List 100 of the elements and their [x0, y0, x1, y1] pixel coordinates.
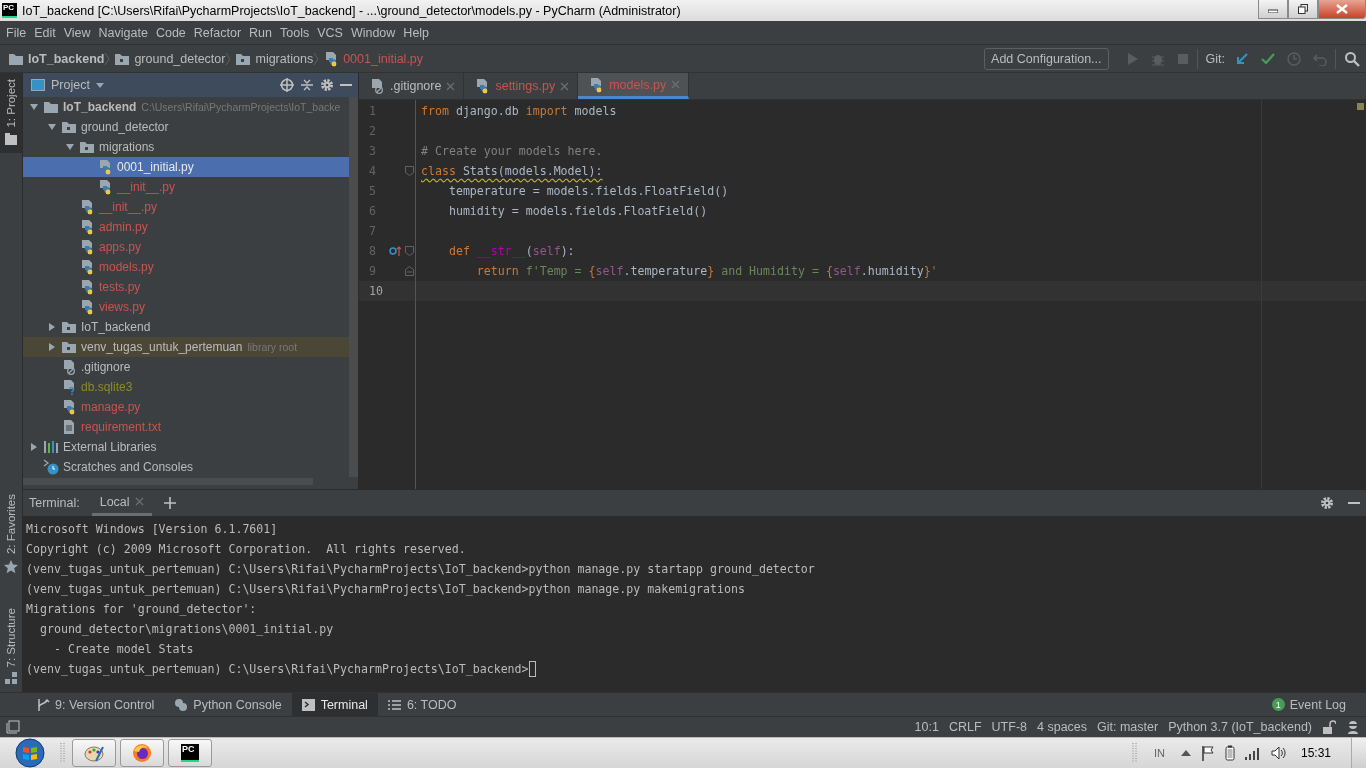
status-item[interactable]: Git: master	[1097, 720, 1159, 734]
status-item[interactable]: Python 3.7 (IoT_backend)	[1168, 720, 1312, 734]
window-title: IoT_backend [C:\Users\Rifai\PycharmProjects\IoT_backend] - ...\ground_detector\models.py - PyCharm (Administrator)	[22, 3, 682, 18]
event-log-button[interactable]: 1 Event Log	[1271, 697, 1366, 712]
tool-window-tab[interactable]: Terminal	[291, 693, 378, 716]
tree-item[interactable]: IoT_backend	[23, 317, 349, 337]
close-icon[interactable]	[134, 497, 144, 507]
text-file-icon	[61, 419, 77, 435]
menu-item[interactable]: View	[59, 25, 95, 40]
tool-window-tab[interactable]: 2: Favorites	[0, 488, 22, 580]
scrollbar[interactable]	[23, 478, 313, 486]
menu-item[interactable]: Navigate	[94, 25, 152, 40]
tree-item[interactable]: venv_tugas_untuk_pertemuan library root	[23, 337, 349, 357]
terminal-line: (venv_tugas_untuk_pertemuan) C:\Users\Rifai\PycharmProjects\IoT_backend>python manage.py startapp ground_detector	[26, 562, 815, 577]
file-name: IoT_backend	[81, 320, 151, 334]
star-icon	[4, 558, 18, 574]
menu-item[interactable]: Edit	[30, 25, 60, 40]
git-label: Git:	[1205, 51, 1225, 66]
search-icon[interactable]	[1344, 50, 1360, 67]
tool-window-tab[interactable]: 7: Structure	[0, 601, 22, 692]
folder-icon	[114, 51, 131, 66]
collapse-all-icon[interactable]	[300, 78, 314, 92]
status-item[interactable]: UTF-8	[991, 720, 1027, 734]
status-item[interactable]: 10:1	[914, 720, 939, 734]
language-indicator[interactable]: IN	[1153, 747, 1165, 759]
scrollbar[interactable]	[349, 97, 358, 477]
menu-item[interactable]: Tools	[276, 25, 314, 40]
tree-item[interactable]: migrations	[23, 137, 349, 157]
add-configuration-button[interactable]: Add Configuration...	[984, 47, 1109, 70]
tool-window-tab[interactable]: 6: TODO	[377, 693, 467, 716]
menu-item[interactable]: Refactor	[189, 25, 246, 40]
menu-item[interactable]: Run	[245, 25, 276, 40]
clock[interactable]: 15:31	[1300, 746, 1331, 760]
lock-icon[interactable]	[1322, 720, 1336, 734]
tree-item[interactable]: IoT_backend C:\Users\Rifai\PycharmProjects\IoT_backe	[23, 97, 349, 117]
file-name: migrations	[99, 140, 155, 154]
menu-item[interactable]: Code	[151, 25, 190, 40]
down-left-arrow-icon[interactable]	[1235, 51, 1249, 66]
menu-item[interactable]: Window	[346, 25, 400, 40]
tool-window-tab[interactable]: 1: Project	[0, 73, 22, 153]
breadcrumb[interactable]: IoT_backend	[8, 51, 105, 66]
tree-item[interactable]: db.sqlite3	[23, 377, 349, 397]
close-button[interactable]	[1318, 0, 1366, 19]
menu-item[interactable]: File	[2, 25, 31, 40]
taskbar-app-button[interactable]: PC	[168, 739, 212, 767]
tree-item[interactable]: External Libraries	[23, 437, 349, 457]
settings-icon[interactable]	[1320, 496, 1334, 511]
terminal-line: ground_detector\migrations\0001_initial.py	[38, 622, 334, 637]
terminal-title: Terminal:	[29, 496, 80, 511]
close-icon[interactable]	[446, 81, 456, 91]
editor-tab[interactable]: .gitignore	[359, 73, 465, 99]
tool-window-tab[interactable]: 9: Version Control	[26, 693, 165, 716]
volume-icon[interactable]	[1270, 745, 1287, 761]
file-name: 0001_initial.py	[117, 160, 194, 174]
show-hidden-icons[interactable]	[1180, 750, 1191, 756]
line-number: 6	[368, 204, 377, 218]
file-name: .gitignore	[81, 360, 131, 374]
status-item[interactable]: CRLF	[948, 720, 982, 734]
project-view-dropdown[interactable]: Project	[31, 78, 104, 92]
tree-item[interactable]: .gitignore	[23, 357, 349, 377]
ignored-file-icon	[369, 78, 385, 94]
python-file-icon	[79, 259, 95, 275]
breadcrumb[interactable]: migrations	[235, 51, 314, 66]
settings-icon[interactable]	[320, 78, 334, 92]
close-icon[interactable]	[560, 81, 570, 91]
app-logo: PC	[2, 3, 17, 18]
python-file-icon	[97, 179, 113, 195]
taskbar-grip-icon	[1131, 741, 1138, 765]
layout-toggle-icon[interactable]	[6, 720, 20, 734]
start-button[interactable]	[12, 738, 48, 768]
menu-item[interactable]: VCS	[313, 25, 347, 40]
signal-icon[interactable]	[1244, 746, 1261, 760]
file-name: ground_detector	[81, 120, 169, 134]
terminal-line: - Create model Stats	[52, 642, 194, 657]
locate-icon[interactable]	[280, 78, 294, 92]
tab-label: settings.py	[495, 79, 556, 93]
folder-icon	[4, 131, 18, 147]
menu-item[interactable]: Help	[399, 25, 434, 40]
tree-item[interactable]: Scratches and Consoles	[23, 457, 349, 477]
fold-marker-icon[interactable]	[404, 266, 414, 276]
battery-icon[interactable]	[1224, 745, 1235, 761]
folder-icon	[61, 340, 77, 354]
breadcrumb[interactable]: ground_detector	[114, 51, 226, 66]
inspector-icon[interactable]	[1346, 720, 1360, 734]
fold-marker-icon[interactable]	[404, 246, 414, 256]
python-file-icon	[61, 399, 77, 415]
restore-button[interactable]	[1288, 0, 1318, 19]
checkmark-icon[interactable]	[1261, 51, 1275, 66]
plus-icon[interactable]	[163, 497, 176, 510]
taskbar-app-button[interactable]	[120, 739, 164, 767]
taskbar-app-button[interactable]	[72, 739, 116, 767]
flag-icon[interactable]	[1200, 745, 1215, 761]
fold-marker-icon[interactable]	[404, 166, 414, 176]
tree-item[interactable]: ground_detector	[23, 117, 349, 137]
file-name: requirement.txt	[81, 420, 162, 434]
warning-marker[interactable]	[1357, 103, 1364, 110]
status-item[interactable]: 4 spaces	[1037, 720, 1088, 734]
tree-item[interactable]: 0001_initial.py	[23, 157, 349, 177]
tool-window-tab[interactable]: Python Console	[164, 693, 292, 716]
folder-icon	[61, 120, 77, 134]
